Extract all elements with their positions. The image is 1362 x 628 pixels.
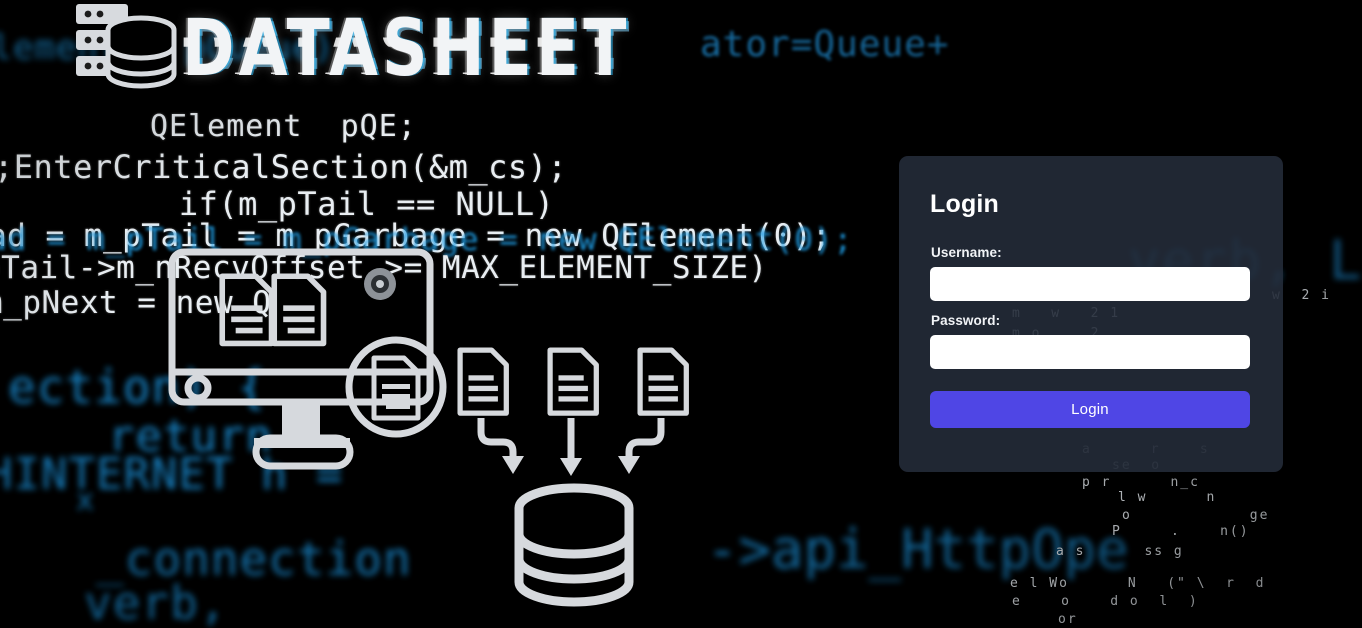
arrow-head — [502, 456, 524, 474]
document-icon — [271, 273, 327, 347]
login-panel: Login Username: Password: Login — [899, 156, 1283, 472]
arrow-down-icon — [477, 418, 517, 460]
document-icon — [457, 347, 509, 416]
password-input[interactable] — [930, 335, 1250, 369]
micro-glyph: l w n — [1118, 490, 1217, 505]
micro-glyph: P . n() — [1112, 524, 1250, 539]
webcam-icon — [364, 268, 396, 300]
micro-glyph: e o d o l ) — [1012, 594, 1199, 609]
password-label: Password: — [931, 313, 1001, 328]
micro-glyph: p r n_c — [1082, 475, 1200, 490]
document-icon — [219, 273, 275, 347]
brand-header: DATASHEET DATASHEET DATASHEET — [64, 0, 784, 108]
username-label: Username: — [931, 245, 1002, 260]
database-cylinder-icon — [514, 483, 634, 607]
page-title: Login — [930, 190, 1000, 218]
login-submit-button[interactable]: Login — [930, 391, 1250, 428]
document-icon — [547, 347, 599, 416]
micro-glyph: o ge — [1122, 508, 1270, 523]
document-icon — [637, 347, 689, 416]
arrow-down-icon — [625, 418, 665, 460]
username-input[interactable] — [930, 267, 1250, 301]
micro-glyph: a s ss g — [1056, 544, 1184, 559]
arrow-head — [560, 458, 582, 476]
background-code-blur-left-4: x — [76, 483, 96, 518]
micro-glyph: or — [1058, 612, 1078, 627]
app-background: Element* pQueue) ator=Queue+ QElement pQ… — [0, 0, 1362, 628]
arrow-head — [618, 456, 640, 474]
server-database-icon — [72, 0, 182, 96]
brand-title: DATASHEET — [182, 2, 631, 94]
micro-glyph: e l Wo N (" \ r d — [1010, 576, 1266, 591]
documents-to-database-illustration — [168, 246, 713, 628]
